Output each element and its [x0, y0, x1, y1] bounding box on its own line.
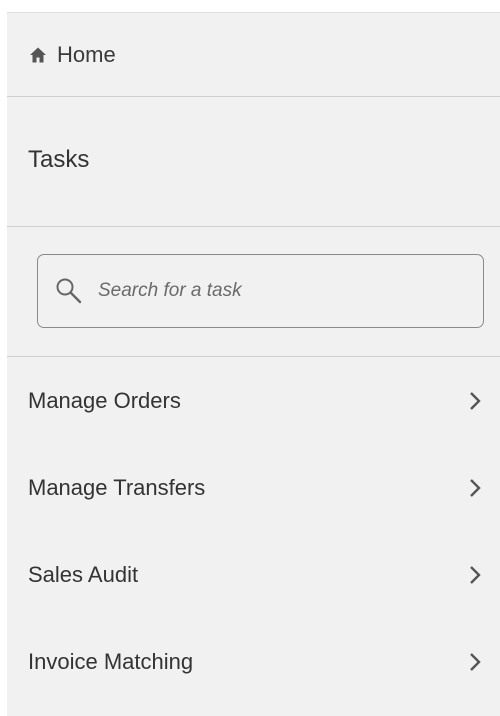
task-item-manage-transfers[interactable]: Manage Transfers: [7, 444, 500, 531]
home-link[interactable]: Home: [7, 13, 500, 97]
task-list: Manage Orders Manage Transfers Sales Aud…: [7, 357, 500, 705]
task-panel: Home Tasks Manage Orders Manage Transfer…: [7, 12, 500, 716]
task-item-label: Manage Orders: [28, 387, 181, 413]
search-section: [7, 227, 500, 357]
task-item-invoice-matching[interactable]: Invoice Matching: [7, 618, 500, 705]
home-icon: [29, 46, 47, 64]
task-item-label: Invoice Matching: [28, 648, 194, 674]
tasks-header: Tasks: [7, 97, 500, 227]
task-item-label: Sales Audit: [28, 561, 139, 587]
page-title: Tasks: [28, 145, 90, 173]
task-item-label: Manage Transfers: [28, 474, 206, 500]
chevron-right-icon: [468, 652, 482, 672]
search-icon: [54, 276, 84, 306]
task-item-manage-orders[interactable]: Manage Orders: [7, 357, 500, 444]
search-box[interactable]: [37, 253, 484, 328]
chevron-right-icon: [468, 478, 482, 498]
task-item-sales-audit[interactable]: Sales Audit: [7, 531, 500, 618]
chevron-right-icon: [468, 565, 482, 585]
home-label: Home: [57, 41, 116, 67]
chevron-right-icon: [468, 391, 482, 411]
search-input[interactable]: [96, 278, 460, 303]
